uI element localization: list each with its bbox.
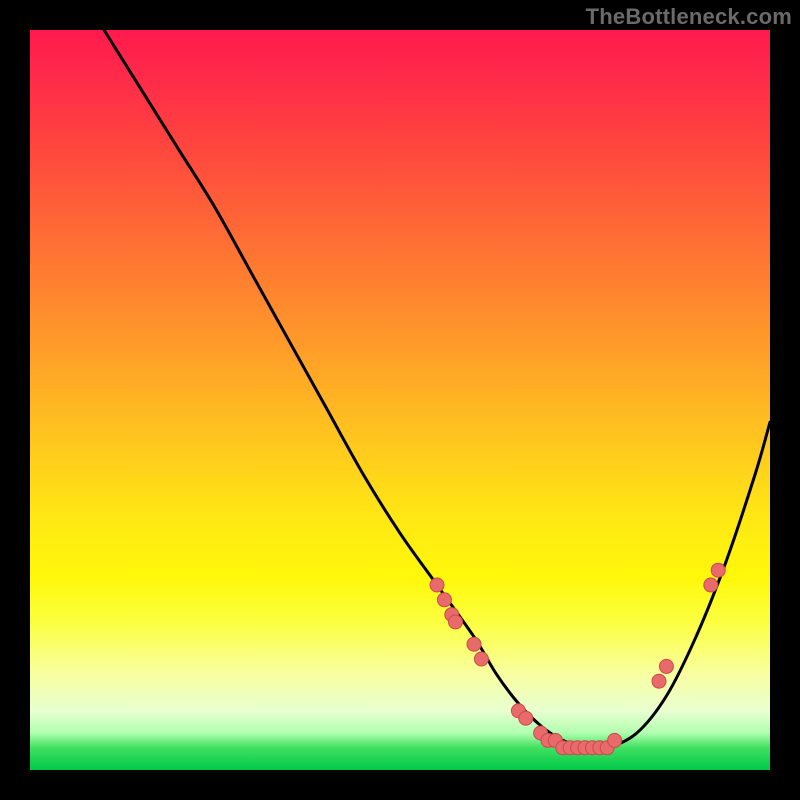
curve-markers bbox=[430, 563, 725, 755]
curve-marker bbox=[467, 637, 481, 651]
curve-marker bbox=[659, 659, 673, 673]
curve-marker bbox=[711, 563, 725, 577]
curve-marker bbox=[474, 652, 488, 666]
curve-marker bbox=[519, 711, 533, 725]
curve-marker bbox=[704, 578, 718, 592]
bottleneck-curve bbox=[104, 30, 770, 749]
curve-marker bbox=[608, 733, 622, 747]
curve-marker bbox=[430, 578, 444, 592]
chart-svg bbox=[30, 30, 770, 770]
watermark-label: TheBottleneck.com bbox=[586, 4, 792, 30]
chart-frame bbox=[30, 30, 770, 770]
curve-marker bbox=[652, 674, 666, 688]
curve-marker bbox=[449, 615, 463, 629]
curve-marker bbox=[437, 593, 451, 607]
